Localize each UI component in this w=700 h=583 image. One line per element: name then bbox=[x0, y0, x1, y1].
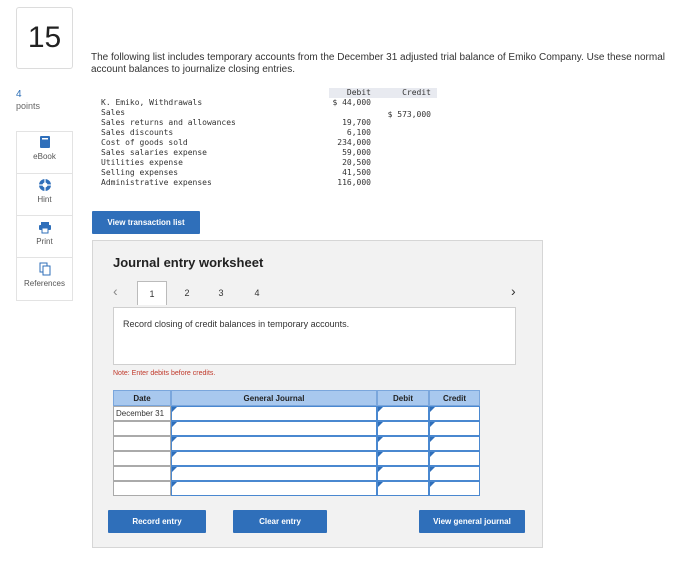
credit-column-header: Credit bbox=[429, 390, 480, 406]
credit-input[interactable] bbox=[429, 436, 480, 451]
table-row: Administrative expenses 116,000 bbox=[99, 178, 437, 188]
table-row: Sales discounts 6,100 bbox=[99, 128, 437, 138]
worksheet-title: Journal entry worksheet bbox=[113, 255, 264, 270]
account-name: Sales bbox=[101, 108, 126, 117]
ebook-button[interactable]: eBook bbox=[16, 131, 73, 173]
account-name: Selling expenses bbox=[101, 168, 179, 177]
lifebuoy-icon bbox=[38, 178, 52, 192]
book-icon bbox=[38, 135, 52, 149]
references-label: References bbox=[24, 279, 65, 288]
printer-icon bbox=[38, 220, 52, 234]
account-name: K. Emiko, Withdrawals bbox=[101, 98, 203, 107]
debit-value: 19,700 bbox=[342, 118, 371, 127]
table-row: Sales salaries expense 59,000 bbox=[99, 148, 437, 158]
print-label: Print bbox=[36, 237, 53, 246]
tab-4[interactable]: 4 bbox=[245, 281, 269, 305]
debit-input[interactable] bbox=[377, 466, 429, 481]
chevron-right-icon[interactable]: › bbox=[511, 283, 516, 299]
date-cell[interactable] bbox=[113, 451, 171, 466]
print-button[interactable]: Print bbox=[16, 215, 73, 257]
journal-entry-worksheet: Journal entry worksheet ‹ 1 2 3 4 › Reco… bbox=[92, 240, 543, 548]
journal-column-header: General Journal bbox=[171, 390, 377, 406]
date-cell[interactable] bbox=[113, 421, 171, 436]
date-cell[interactable]: December 31 bbox=[113, 406, 171, 421]
worksheet-note: Note: Enter debits before credits. bbox=[113, 370, 216, 377]
question-number: 15 bbox=[16, 7, 73, 69]
hint-label: Hint bbox=[37, 195, 52, 204]
debit-value: 116,000 bbox=[337, 178, 371, 187]
credit-input[interactable] bbox=[429, 406, 480, 421]
ebook-label: eBook bbox=[33, 152, 56, 161]
date-cell[interactable] bbox=[113, 481, 171, 496]
debit-input[interactable] bbox=[377, 451, 429, 466]
table-row: Cost of goods sold 234,000 bbox=[99, 138, 437, 148]
points-label: points bbox=[16, 101, 41, 111]
clear-entry-button[interactable]: Clear entry bbox=[233, 510, 327, 533]
account-name: Sales salaries expense bbox=[101, 148, 207, 157]
credit-input[interactable] bbox=[429, 451, 480, 466]
journal-account-input[interactable] bbox=[171, 481, 377, 496]
hint-button[interactable]: Hint bbox=[16, 173, 73, 215]
account-name: Administrative expenses bbox=[101, 178, 212, 187]
tab-3[interactable]: 3 bbox=[209, 281, 233, 305]
date-cell[interactable] bbox=[113, 466, 171, 481]
worksheet-instruction: Record closing of credit balances in tem… bbox=[113, 307, 516, 365]
account-name: Sales returns and allowances bbox=[101, 118, 236, 127]
debit-input[interactable] bbox=[377, 406, 429, 421]
debit-value: 59,000 bbox=[342, 148, 371, 157]
credit-input[interactable] bbox=[429, 481, 480, 496]
account-name: Sales discounts bbox=[101, 128, 174, 137]
points-value: 4 bbox=[16, 89, 22, 100]
debit-column-header: Debit bbox=[377, 390, 429, 406]
debit-value: $ 44,000 bbox=[332, 98, 371, 107]
journal-account-input[interactable] bbox=[171, 436, 377, 451]
trial-balance-header-row: Debit Credit bbox=[99, 88, 437, 98]
journal-account-input[interactable] bbox=[171, 421, 377, 436]
view-general-journal-button[interactable]: View general journal bbox=[419, 510, 525, 533]
date-cell[interactable] bbox=[113, 436, 171, 451]
credit-header: Credit bbox=[402, 88, 431, 97]
account-name: Utilities expense bbox=[101, 158, 183, 167]
debit-value: 6,100 bbox=[346, 128, 371, 137]
journal-account-input[interactable] bbox=[171, 451, 377, 466]
credit-input[interactable] bbox=[429, 466, 480, 481]
debit-value: 234,000 bbox=[337, 138, 371, 147]
question-prompt: The following list includes temporary ac… bbox=[91, 52, 665, 75]
tab-1[interactable]: 1 bbox=[137, 281, 167, 305]
debit-input[interactable] bbox=[377, 481, 429, 496]
table-row: Selling expenses 41,500 bbox=[99, 168, 437, 178]
date-column-header: Date bbox=[113, 390, 171, 406]
references-button[interactable]: References bbox=[16, 257, 73, 299]
table-row: Sales returns and allowances 19,700 bbox=[99, 118, 437, 128]
journal-account-input[interactable] bbox=[171, 406, 377, 421]
debit-input[interactable] bbox=[377, 421, 429, 436]
tab-2[interactable]: 2 bbox=[175, 281, 199, 305]
credit-input[interactable] bbox=[429, 421, 480, 436]
journal-account-input[interactable] bbox=[171, 466, 377, 481]
account-name: Cost of goods sold bbox=[101, 138, 188, 147]
debit-value: 20,500 bbox=[342, 158, 371, 167]
debit-input[interactable] bbox=[377, 436, 429, 451]
chevron-left-icon[interactable]: ‹ bbox=[113, 283, 118, 299]
debit-value: 41,500 bbox=[342, 168, 371, 177]
table-row: Sales $ 573,000 bbox=[99, 108, 437, 119]
documents-icon bbox=[38, 262, 52, 276]
table-row: Utilities expense 20,500 bbox=[99, 158, 437, 168]
view-transaction-list-button[interactable]: View transaction list bbox=[92, 211, 200, 234]
debit-header: Debit bbox=[346, 88, 371, 97]
table-row: K. Emiko, Withdrawals $ 44,000 bbox=[99, 98, 437, 108]
record-entry-button[interactable]: Record entry bbox=[108, 510, 206, 533]
